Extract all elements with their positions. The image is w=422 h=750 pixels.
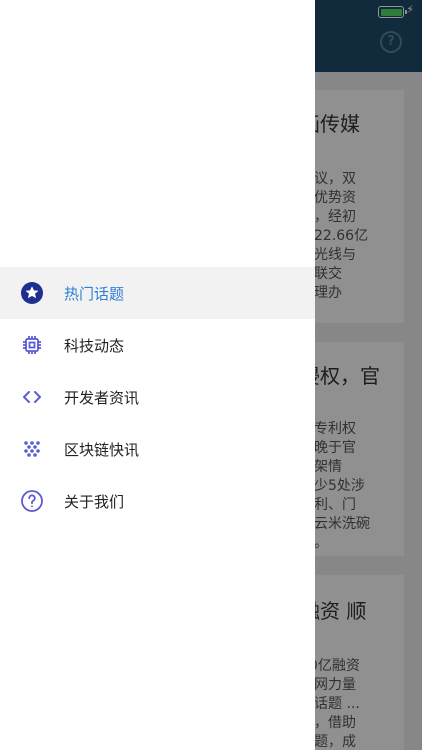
navigation-drawer: 热门话题 科技动态 开发者资讯 区块链快讯 关于我们 (0, 0, 315, 750)
drawer-menu: 热门话题 科技动态 开发者资讯 区块链快讯 关于我们 (0, 267, 315, 527)
drawer-item-tech-news[interactable]: 科技动态 (0, 319, 315, 371)
star-icon (20, 281, 44, 305)
code-icon (20, 385, 44, 409)
drawer-item-about-us[interactable]: 关于我们 (0, 475, 315, 527)
blocks-icon (20, 437, 44, 461)
drawer-item-label: 区块链快讯 (64, 440, 140, 459)
drawer-item-blockchain-news[interactable]: 区块链快讯 (0, 423, 315, 475)
drawer-item-label: 关于我们 (64, 492, 125, 511)
drawer-item-developer-news[interactable]: 开发者资讯 (0, 371, 315, 423)
chip-icon (20, 333, 44, 357)
drawer-item-label: 科技动态 (64, 336, 125, 355)
drawer-item-label: 热门话题 (64, 284, 125, 303)
drawer-item-hot-topics[interactable]: 热门话题 (0, 267, 315, 319)
drawer-item-label: 开发者资讯 (64, 388, 140, 407)
help-icon (20, 489, 44, 513)
